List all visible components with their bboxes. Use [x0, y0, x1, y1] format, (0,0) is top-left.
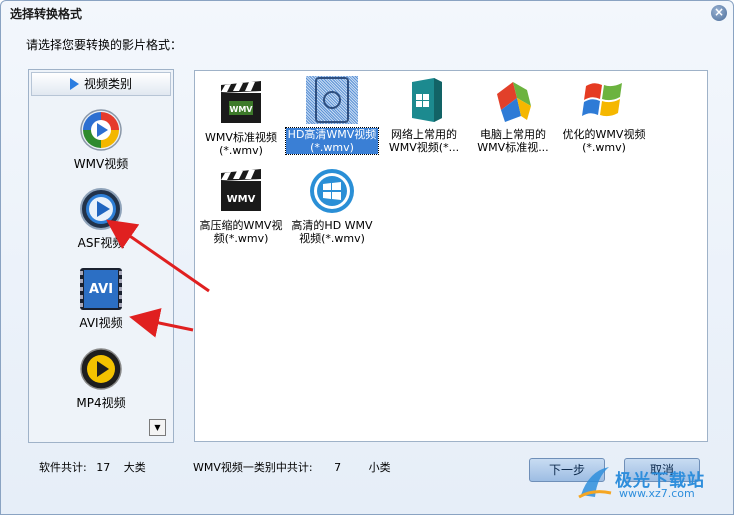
format-label: HD高清WMV视频 (*.wmv) [285, 127, 379, 155]
format-prompt: 请选择您要转换的影片格式： [26, 38, 183, 52]
svg-text:AVI: AVI [89, 282, 113, 297]
title-bar: 选择转换格式 × [1, 1, 733, 25]
format-item[interactable]: WMV 高压缩的WMV视 频(*.wmv) [195, 167, 287, 245]
format-label: 高压缩的WMV视 频(*.wmv) [199, 219, 283, 245]
svg-text:WMV: WMV [227, 194, 256, 205]
dialog-title: 选择转换格式 [10, 7, 83, 21]
category-wmv[interactable]: WMV视频 [29, 108, 173, 172]
watermark: 极光下载站 www.xz7.com [575, 463, 725, 503]
svg-text:WMV: WMV [230, 105, 254, 114]
format-label: 高清的HD WMV 视频(*.wmv) [291, 219, 373, 245]
format-item[interactable]: WMV WMV标准视频 (*.wmv) [195, 79, 287, 157]
format-label: 优化的WMV视频 (*.wmv) [562, 128, 646, 154]
category-label: AVI视频 [79, 316, 123, 330]
category-label: ASF视频 [77, 236, 125, 250]
format-label: WMV标准视频 (*.wmv) [205, 131, 277, 157]
play-triangle-icon [69, 78, 79, 90]
category-label: MP4视频 [76, 396, 126, 410]
category-sidebar: 视频类别 WMV视频 ASF视频 AVI AVI视频 MP4视频 ▼ [28, 69, 174, 443]
convert-format-dialog: 选择转换格式 × 请选择您要转换的影片格式： 视频类别 WMV视频 ASF视频 … [0, 0, 734, 515]
mp4-icon [79, 347, 123, 391]
close-icon[interactable]: × [711, 5, 727, 21]
category-mp4[interactable]: MP4视频 [29, 347, 173, 411]
format-item[interactable]: 优化的WMV视频 (*.wmv) [558, 76, 650, 154]
format-list: WMV WMV标准视频 (*.wmv) HD高清WMV视频 (*.wmv) 网络… [194, 70, 708, 442]
format-label: 电脑上常用的 WMV标准视... [477, 128, 549, 154]
category-header-label: 视频类别 [83, 77, 132, 91]
software-total: 软件共计: 17 大类 [39, 461, 146, 474]
category-avi[interactable]: AVI AVI视频 [29, 267, 173, 331]
windows-circle-icon [306, 167, 358, 215]
category-asf[interactable]: ASF视频 [29, 187, 173, 251]
category-label: WMV视频 [73, 157, 129, 171]
format-item-selected[interactable]: HD高清WMV视频 (*.wmv) [285, 76, 379, 155]
watermark-logo-icon [578, 467, 612, 499]
windows-dvd-icon [306, 76, 358, 124]
scroll-down-button[interactable]: ▼ [149, 419, 166, 436]
format-label: 网络上常用的 WMV视频(*... [388, 128, 460, 154]
clapperboard-icon: WMV [215, 167, 267, 215]
category-header[interactable]: 视频类别 [31, 72, 171, 96]
clapperboard-icon: WMV [215, 79, 267, 127]
format-item[interactable]: 高清的HD WMV 视频(*.wmv) [286, 167, 378, 245]
format-item[interactable]: 网络上常用的 WMV视频(*... [378, 76, 470, 154]
asf-icon [79, 187, 123, 231]
format-item[interactable]: 电脑上常用的 WMV标准视... [467, 76, 559, 154]
wmv-icon [79, 108, 123, 152]
windows-logo-icon [578, 76, 630, 124]
teal-box-icon [398, 76, 450, 124]
windows-flag-icon [487, 76, 539, 124]
avi-icon: AVI [79, 267, 123, 311]
category-total: WMV视频一类别中共计: 7 小类 [193, 461, 391, 474]
watermark-url: www.xz7.com [619, 487, 695, 500]
